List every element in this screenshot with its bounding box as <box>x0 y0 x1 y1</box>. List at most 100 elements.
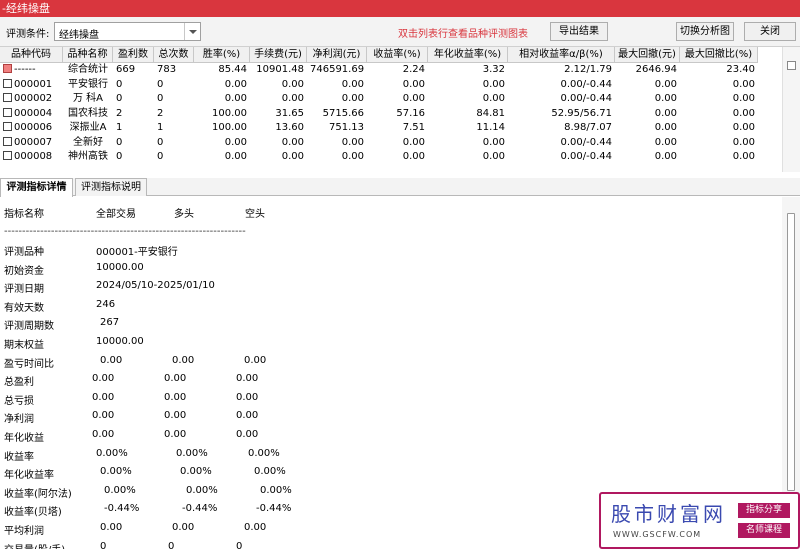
info-value: 10000.00 <box>96 261 144 273</box>
table-cell: 0.00/-0.44 <box>560 151 612 162</box>
table-cell: 0.00 <box>654 93 677 104</box>
metric-label: 年化收益 <box>4 433 44 444</box>
watermark-tag-share: 指标分享 <box>738 503 790 518</box>
table-cell: 0.00 <box>224 78 247 90</box>
metric-all: 0.00 <box>100 354 123 366</box>
metric-label: 净利润 <box>4 414 34 426</box>
table-cell: 000001 <box>0 78 63 93</box>
condition-label: 评测条件: <box>6 29 50 40</box>
table-cell: 57.16 <box>396 107 425 119</box>
metric-label: 收益率(阿尔法) <box>4 488 72 500</box>
row-checkbox-icon[interactable] <box>3 93 12 102</box>
table-cell: 0.00 <box>402 151 425 162</box>
summary-row-icon[interactable] <box>3 64 12 73</box>
table-cell: 0.00 <box>402 93 425 104</box>
row-checkbox-icon[interactable] <box>3 78 12 88</box>
watermark-title: 股市财富网 <box>611 502 726 526</box>
column-header[interactable]: 总次数 <box>154 47 194 63</box>
table-cell: 0.00 <box>732 78 755 90</box>
metric-label: 收益率 <box>4 451 34 463</box>
table-cell: 0 <box>116 93 123 104</box>
table-cell: 0.00 <box>341 78 364 90</box>
column-header[interactable]: 最大回撤比(%) <box>680 47 758 63</box>
metric-label: 盈亏时间比 <box>4 358 54 370</box>
close-button[interactable]: 关闭 <box>744 22 796 41</box>
metric-all: 0.00 <box>92 429 115 440</box>
metric-short: 0.00% <box>260 484 292 496</box>
condition-value: 经纬操盘 <box>59 30 99 41</box>
column-header[interactable]: 品种名称 <box>63 47 113 63</box>
table-row[interactable]: 000001 平安银行 0 0 0.00 0.00 0.00 0.00 0.00 0.00/-0.… <box>0 78 758 93</box>
condition-select[interactable]: 经纬操盘 <box>54 22 201 41</box>
row-checkbox-icon[interactable] <box>3 107 12 117</box>
info-value: 246 <box>96 298 116 310</box>
metric-label: 收益率(贝塔) <box>4 507 62 519</box>
metric-label: 总盈利 <box>4 377 34 389</box>
metric-long: 0 <box>168 540 175 549</box>
metric-short: 0 <box>236 540 243 549</box>
metric-all: 0.00% <box>96 447 128 459</box>
table-cell: 0.00 <box>654 136 677 148</box>
table-row[interactable]: ------ 综合统计 669 783 85.44 10901.48 746591.69 2.… <box>0 63 758 78</box>
table-cell: 669 <box>116 64 136 75</box>
cell-text: 000002 <box>14 93 53 104</box>
column-header[interactable]: 品种代码 <box>0 47 63 63</box>
metric-short: 0.00% <box>248 447 280 459</box>
scroll-box-icon[interactable] <box>787 61 796 70</box>
table-cell: 0 <box>116 136 123 148</box>
toolbar: 评测条件: 经纬操盘 双击列表行查看品种评测图表 导出结果 切换分析图 关闭 <box>0 17 800 47</box>
table-cell: 0.00 <box>281 78 304 90</box>
table-row[interactable]: 000006 深振业A 1 1 100.00 13.60 751.13 7.51 11.14 8.… <box>0 121 758 136</box>
column-header[interactable]: 最大回撤(元) <box>615 47 680 63</box>
column-header[interactable]: 收益率(%) <box>367 47 428 63</box>
table-cell: 10901.48 <box>256 64 304 75</box>
row-checkbox-icon[interactable] <box>3 151 12 160</box>
detail-scroll-thumb[interactable] <box>787 213 795 491</box>
table-row[interactable]: 000008 神州高铁 0 0 0.00 0.00 0.00 0.00 0.00 0.00/-0.… <box>0 150 758 165</box>
table-cell: 0.00 <box>224 136 247 148</box>
col-header-name: 指标名称 <box>4 209 44 220</box>
table-cell: 0.00 <box>281 136 304 148</box>
column-header[interactable]: 胜率(%) <box>194 47 250 63</box>
table-row[interactable]: 000002 万 科A 0 0 0.00 0.00 0.00 0.00 0.00 0.00/-0.… <box>0 92 758 107</box>
metric-all: 0.00% <box>104 484 136 496</box>
table-cell: 0.00/-0.44 <box>560 93 612 104</box>
metric-short: 0.00 <box>236 429 259 440</box>
row-checkbox-icon[interactable] <box>3 136 12 146</box>
table-cell: 000008 <box>0 150 63 165</box>
column-header[interactable]: 盈利数 <box>113 47 154 63</box>
table-cell: 0.00 <box>341 136 364 148</box>
tab-indicator-details[interactable]: 评测指标详情 <box>0 178 73 197</box>
table-row[interactable]: 000004 国农科技 2 2 100.00 31.65 5715.66 57.16 84.81… <box>0 107 758 122</box>
metric-all: 0.00 <box>100 522 123 533</box>
tab-bar: 评测指标详情 评测指标说明 <box>0 178 800 197</box>
col-header-all: 全部交易 <box>96 209 136 220</box>
tab-indicator-help[interactable]: 评测指标说明 <box>75 178 147 196</box>
table-cell: 000004 <box>0 107 63 122</box>
column-header[interactable]: 净利润(元) <box>307 47 367 63</box>
info-value: 267 <box>100 317 120 329</box>
metric-short: 0.00 <box>236 410 259 422</box>
column-header[interactable]: 手续费(元) <box>250 47 307 63</box>
column-header[interactable]: 年化收益率(%) <box>428 47 508 63</box>
cell-text: 000001 <box>14 78 53 90</box>
table-cell: 2 <box>116 107 123 119</box>
table-cell: 5715.66 <box>322 107 364 119</box>
table-cell: 751.13 <box>329 122 364 133</box>
table-cell: 11.14 <box>476 122 505 133</box>
column-header[interactable]: 相对收益率α/β(%) <box>508 47 615 63</box>
info-label: 有效天数 <box>4 302 44 314</box>
table-scrollbar[interactable] <box>782 47 800 172</box>
switch-chart-button[interactable]: 切换分析图 <box>676 22 734 41</box>
table-cell: 神州高铁 <box>68 151 108 162</box>
row-checkbox-icon[interactable] <box>3 122 12 131</box>
table-cell: 0.00 <box>732 122 755 133</box>
table-cell: 0.00 <box>654 107 677 119</box>
export-button[interactable]: 导出结果 <box>550 22 608 41</box>
separator-line: ----------------------------------------… <box>4 226 246 237</box>
table-cell: 0.00 <box>281 93 304 104</box>
table-cell: 000006 <box>0 121 63 136</box>
chevron-down-icon[interactable] <box>184 23 200 40</box>
table-row[interactable]: 000007 全新好 0 0 0.00 0.00 0.00 0.00 0.00 0.00/-0.4… <box>0 136 758 151</box>
metric-long: 0.00 <box>164 410 187 422</box>
